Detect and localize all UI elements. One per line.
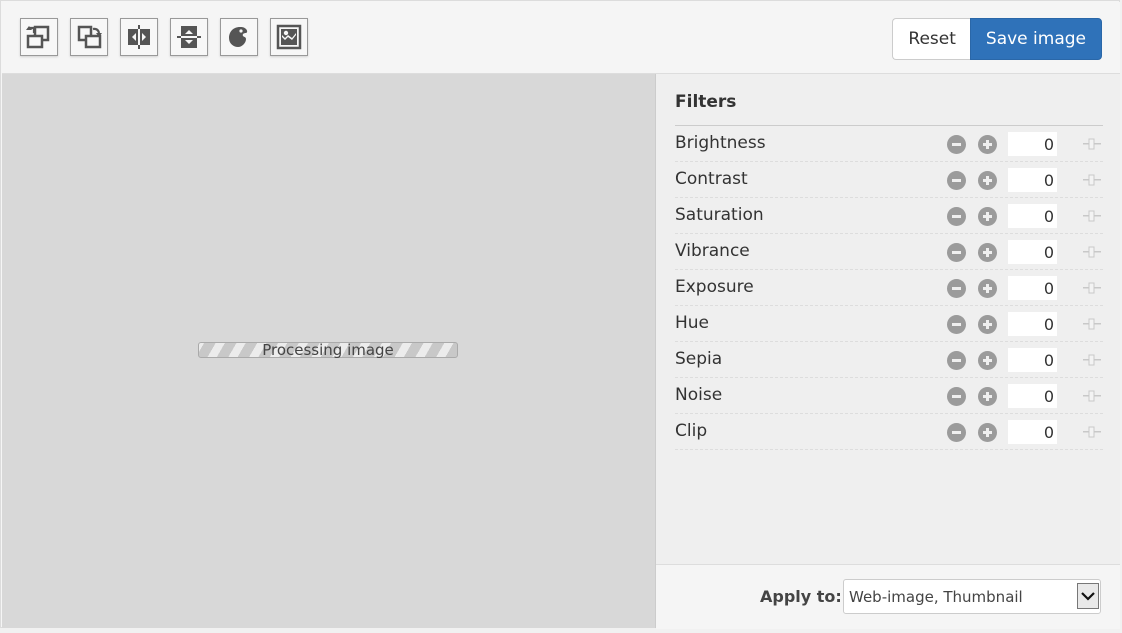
slider-toggle-icon[interactable] [1082, 208, 1102, 222]
decrease-icon[interactable] [947, 387, 966, 406]
increase-icon[interactable] [978, 171, 997, 190]
filter-row-hue: Hue [675, 306, 1103, 342]
filter-value-input[interactable] [1008, 168, 1057, 192]
decrease-icon[interactable] [947, 423, 966, 442]
filter-value-input[interactable] [1008, 240, 1057, 264]
filter-row-contrast: Contrast [675, 162, 1103, 198]
slider-toggle-icon[interactable] [1082, 316, 1102, 330]
slider-toggle-icon[interactable] [1082, 424, 1102, 438]
increase-icon[interactable] [978, 207, 997, 226]
action-buttons: Reset Save image [892, 18, 1102, 60]
image-editor: Reset Save image Processing image Filter… [0, 0, 1120, 629]
filters-list: Brightness Contrast Saturation Vibrance Expo… [675, 125, 1103, 450]
filter-label: Hue [675, 313, 710, 333]
apply-footer: Apply to: Web-image, Thumbnail [656, 564, 1120, 629]
filters-title: Filters [675, 92, 737, 112]
reset-button[interactable]: Reset [892, 18, 970, 60]
chevron-down-icon[interactable] [1077, 583, 1099, 609]
filter-label: Vibrance [675, 241, 750, 261]
flip-vertical-button[interactable] [170, 18, 208, 56]
filter-label: Brightness [675, 133, 766, 153]
flip-vertical-icon [177, 26, 201, 48]
increase-icon[interactable] [978, 135, 997, 154]
filter-value-input[interactable] [1008, 312, 1057, 336]
filters-panel: Filters Brightness Contrast Saturation Vibr… [656, 74, 1120, 564]
decrease-icon[interactable] [947, 279, 966, 298]
rotate-left-button[interactable] [20, 18, 58, 56]
image-icon [276, 24, 302, 50]
processing-progress-bar: Processing image [198, 342, 458, 358]
filter-value-input[interactable] [1008, 348, 1057, 372]
filter-label: Saturation [675, 205, 764, 225]
toolbar: Reset Save image [2, 2, 1120, 74]
increase-icon[interactable] [978, 423, 997, 442]
increase-icon[interactable] [978, 387, 997, 406]
filter-row-exposure: Exposure [675, 270, 1103, 306]
rotate-right-icon [77, 25, 102, 49]
decrease-icon[interactable] [947, 207, 966, 226]
filter-row-saturation: Saturation [675, 198, 1103, 234]
filters-button[interactable] [220, 18, 258, 56]
save-image-button[interactable]: Save image [969, 18, 1102, 60]
apply-to-select[interactable]: Web-image, Thumbnail [843, 579, 1101, 614]
filter-value-input[interactable] [1008, 132, 1057, 156]
filter-label: Exposure [675, 277, 754, 297]
filter-value-input[interactable] [1008, 384, 1057, 408]
slider-toggle-icon[interactable] [1082, 172, 1102, 186]
increase-icon[interactable] [978, 351, 997, 370]
filter-row-vibrance: Vibrance [675, 234, 1103, 270]
filter-value-input[interactable] [1008, 420, 1057, 444]
flip-horizontal-icon [128, 25, 150, 49]
filter-label: Sepia [675, 349, 723, 369]
filter-label: Contrast [675, 169, 748, 189]
apply-to-value: Web-image, Thumbnail [849, 588, 1023, 606]
filter-label: Noise [675, 385, 723, 405]
filter-label: Clip [675, 421, 708, 441]
flip-horizontal-button[interactable] [120, 18, 158, 56]
filter-value-input[interactable] [1008, 204, 1057, 228]
slider-toggle-icon[interactable] [1082, 136, 1102, 150]
apply-to-label: Apply to: [760, 587, 842, 606]
filter-row-clip: Clip [675, 414, 1103, 450]
rotate-right-button[interactable] [70, 18, 108, 56]
increase-icon[interactable] [978, 243, 997, 262]
decrease-icon[interactable] [947, 315, 966, 334]
decrease-icon[interactable] [947, 171, 966, 190]
image-button[interactable] [270, 18, 308, 56]
palette-icon [229, 27, 248, 47]
filter-row-noise: Noise [675, 378, 1103, 414]
increase-icon[interactable] [978, 315, 997, 334]
filter-value-input[interactable] [1008, 276, 1057, 300]
filter-row-brightness: Brightness [675, 126, 1103, 162]
decrease-icon[interactable] [947, 243, 966, 262]
slider-toggle-icon[interactable] [1082, 244, 1102, 258]
increase-icon[interactable] [978, 279, 997, 298]
decrease-icon[interactable] [947, 135, 966, 154]
processing-status-text: Processing image [262, 341, 394, 359]
slider-toggle-icon[interactable] [1082, 280, 1102, 294]
image-canvas: Processing image [2, 74, 656, 628]
rotate-left-icon [26, 25, 50, 49]
slider-toggle-icon[interactable] [1082, 352, 1102, 366]
slider-toggle-icon[interactable] [1082, 388, 1102, 402]
decrease-icon[interactable] [947, 351, 966, 370]
filter-row-sepia: Sepia [675, 342, 1103, 378]
